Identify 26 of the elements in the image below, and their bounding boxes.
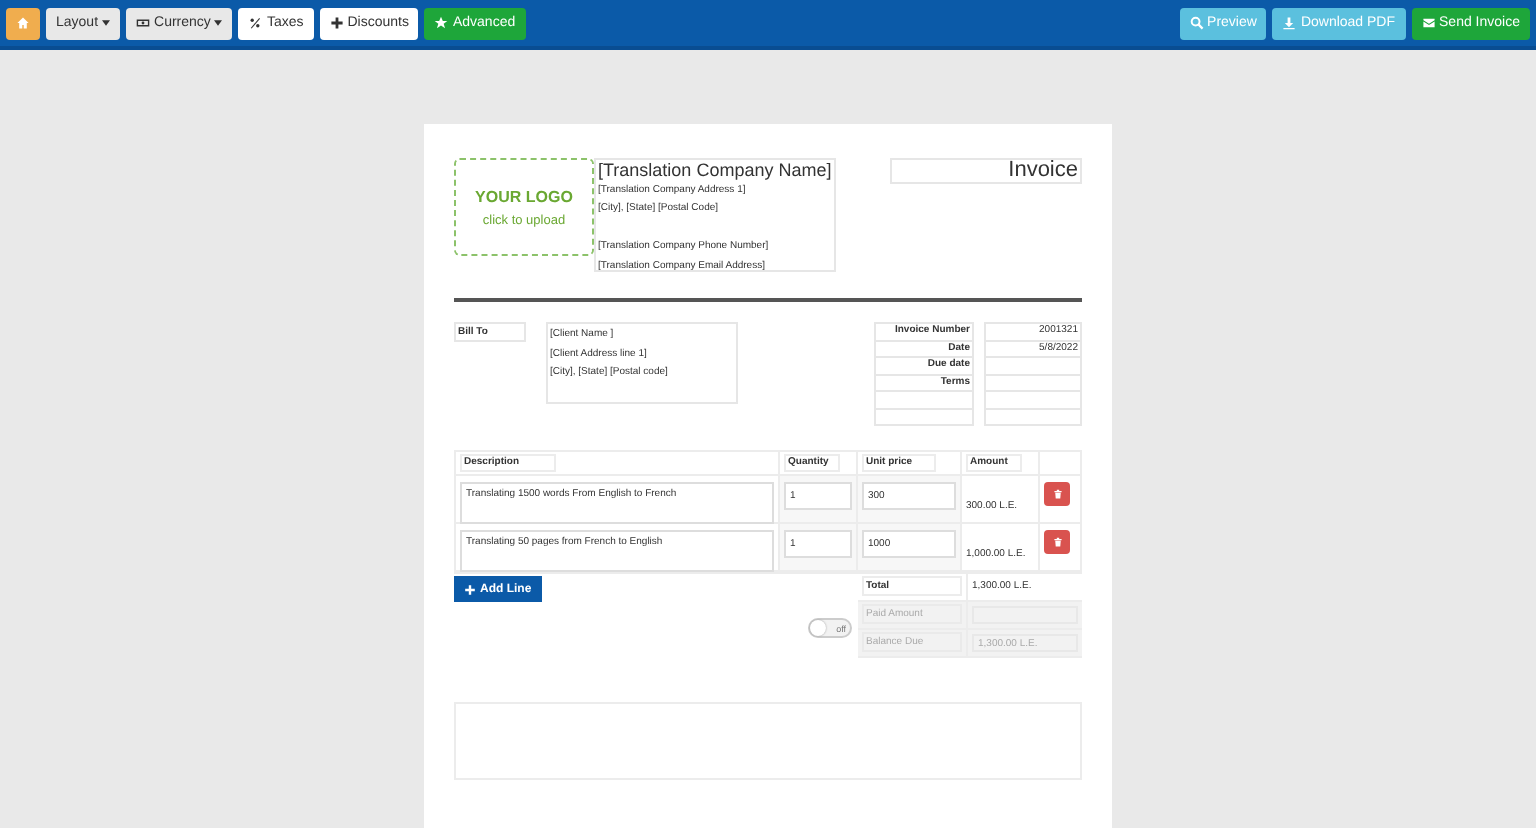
company-name: [Translation Company Name] [598, 160, 832, 182]
caret-icon [102, 20, 111, 26]
home-button[interactable] [6, 7, 40, 39]
percent-icon [248, 16, 263, 30]
home-icon [16, 16, 30, 30]
zoom-icon [1189, 16, 1204, 30]
delete-button[interactable] [1044, 482, 1070, 506]
meta-value-field[interactable] [984, 409, 1082, 426]
meta-label-field[interactable] [874, 392, 974, 409]
banknote-icon [136, 16, 151, 30]
trash-icon [1051, 536, 1063, 548]
meta-label-field[interactable] [874, 409, 974, 426]
meta-value-field[interactable] [984, 358, 1082, 375]
download-icon [1282, 16, 1297, 30]
invoice-title: Invoice [1008, 158, 1078, 182]
logo-title: YOUR LOGO [475, 187, 573, 205]
meta-value-field[interactable] [984, 392, 1082, 409]
delete-button[interactable] [1044, 530, 1070, 554]
caret-icon [214, 20, 223, 26]
meta-value-field[interactable] [984, 375, 1082, 392]
plus-icon [464, 583, 476, 595]
plus-icon [329, 16, 344, 30]
star-icon [434, 16, 449, 30]
invoice-title-field[interactable]: Invoice [890, 158, 1082, 184]
trash-icon [1051, 488, 1063, 500]
envelope-icon [1421, 16, 1436, 30]
